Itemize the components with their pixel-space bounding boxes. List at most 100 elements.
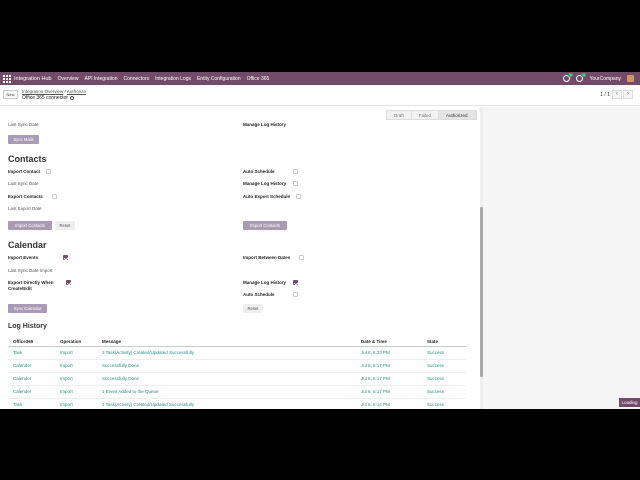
last-export-date-label: Last Export Date xyxy=(8,206,42,211)
status-failed[interactable]: Failed xyxy=(411,111,440,119)
col-office365[interactable]: Office365 xyxy=(13,339,33,344)
calendar-manage-log-history-label: Manage Log History xyxy=(243,280,287,285)
contacts-last-sync-date-label: Last Sync Date xyxy=(8,181,39,186)
menu-api-integration[interactable]: API Integration xyxy=(84,76,117,82)
company-switcher[interactable]: YourCompany xyxy=(589,76,621,82)
export-contacts-checkbox[interactable] xyxy=(52,194,57,199)
contacts-manage-log-history-label: Manage Log History xyxy=(243,181,287,186)
table-row[interactable]: Task Import 2 Task(Activity) Created/Upd… xyxy=(8,399,466,409)
calendar-heading: Calendar xyxy=(8,240,47,250)
menu-entity-configuration[interactable]: Entity Configuration xyxy=(197,76,241,82)
import-between-dates-label: Import Between Dates xyxy=(243,255,291,260)
activity-clock-icon[interactable]: 1 xyxy=(576,73,587,82)
page-title: Office 365 connector xyxy=(22,95,75,101)
auto-export-schedule-label: Auto Export Schedule xyxy=(243,194,291,199)
cell-operation: Import xyxy=(60,389,73,394)
col-message[interactable]: Message xyxy=(102,339,121,344)
cell-office365: Calender xyxy=(13,376,32,381)
contacts-manage-log-history-checkbox[interactable] xyxy=(293,181,298,186)
top-manage-log-history-label: Manage Log History xyxy=(243,122,287,127)
cell-state: Success xyxy=(427,402,445,407)
import-contact-label: Import Contact xyxy=(8,169,40,174)
cell-office365: Calender xyxy=(13,389,32,394)
contacts-reset-button[interactable]: Reset xyxy=(55,221,75,230)
new-button[interactable]: New xyxy=(3,90,18,99)
status-draft[interactable]: Draft xyxy=(387,111,412,119)
cell-operation: Import xyxy=(60,376,73,381)
cell-message: Successfully Done xyxy=(102,376,140,381)
col-date-time[interactable]: Date & Time xyxy=(361,339,387,344)
breadcrumb: Integration Overview / Authorize xyxy=(22,89,86,94)
apps-menu-icon[interactable] xyxy=(2,74,11,83)
menu-integration-logs[interactable]: Integration Logs xyxy=(155,76,191,82)
import-between-dates-checkbox[interactable] xyxy=(299,255,304,260)
chat-icon[interactable]: 1 xyxy=(563,73,574,82)
log-history-table: Office365 Operation Message Date & Time … xyxy=(8,336,466,409)
pager-value[interactable]: 1 / 1 xyxy=(600,92,610,98)
auto-export-schedule-checkbox[interactable] xyxy=(296,194,301,199)
cell-date-time: Jul 6, 6:33 PM xyxy=(361,350,390,355)
last-sync-date-import-label: Last Sync Date Import xyxy=(8,268,53,273)
loading-indicator: Loading xyxy=(619,398,640,407)
control-panel: New Integration Overview / Authorize Off… xyxy=(0,85,640,106)
cell-message: 2 Task(Activity) Created/Updated Success… xyxy=(102,350,194,355)
export-directly-label-line2: Create/Edit xyxy=(8,286,32,291)
menu-overview[interactable]: Overview xyxy=(58,76,79,82)
calendar-reset-button[interactable]: Reset xyxy=(243,304,263,313)
status-bar: Draft Failed Authorized xyxy=(386,110,477,120)
calendar-auto-schedule-checkbox[interactable] xyxy=(293,292,298,297)
prev-record-button[interactable]: ‹ xyxy=(612,90,622,99)
col-state[interactable]: State xyxy=(427,339,438,344)
table-row[interactable]: Calender Import 1 Event Added to the Que… xyxy=(8,386,466,399)
export-contacts-button[interactable]: Export Contacts xyxy=(243,221,287,230)
import-contacts-button[interactable]: Import Contacts xyxy=(8,221,52,230)
import-events-label: Import Events xyxy=(8,255,39,260)
cell-state: Success xyxy=(427,376,445,381)
contacts-auto-schedule-checkbox[interactable] xyxy=(293,169,298,174)
app-window: Integration Hub Overview API Integration… xyxy=(0,72,640,409)
table-header: Office365 Operation Message Date & Time … xyxy=(8,336,466,347)
col-operation[interactable]: Operation xyxy=(60,339,81,344)
cell-state: Success xyxy=(427,363,445,368)
app-brand[interactable]: Integration Hub xyxy=(14,76,52,82)
cell-date-time: Jul 6, 6:17 PM xyxy=(361,376,390,381)
table-row[interactable]: Calender Import Successfully Done Jul 6,… xyxy=(8,373,466,386)
import-events-checkbox[interactable] xyxy=(63,255,68,260)
avatar[interactable] xyxy=(627,75,634,82)
import-contact-checkbox[interactable] xyxy=(46,169,51,174)
status-authorized[interactable]: Authorized xyxy=(439,111,476,119)
menu-office-365[interactable]: Office 365 xyxy=(247,76,270,82)
breadcrumb-integration-overview[interactable]: Integration Overview xyxy=(22,89,63,94)
cell-date-time: Jul 6, 6:17 PM xyxy=(361,363,390,368)
table-row[interactable]: Task Import 2 Task(Activity) Created/Upd… xyxy=(8,347,466,360)
breadcrumb-separator: / xyxy=(64,89,66,94)
export-contacts-label: Export Contacts xyxy=(8,194,43,199)
cell-date-time: Jul 6, 6:14 PM xyxy=(361,402,390,407)
log-history-heading: Log History xyxy=(8,323,47,330)
table-row[interactable]: Calender Import Successfully Done Jul 6,… xyxy=(8,360,466,373)
chatter-panel xyxy=(483,107,640,409)
top-last-sync-date-label: Last Sync Date xyxy=(8,122,39,127)
cell-state: Success xyxy=(427,350,445,355)
activity-badge: 1 xyxy=(581,73,587,77)
top-navbar: Integration Hub Overview API Integration… xyxy=(0,72,640,85)
cell-operation: Import xyxy=(60,402,73,407)
export-directly-checkbox[interactable] xyxy=(66,280,71,285)
record-title: Office 365 connector xyxy=(22,95,69,101)
sync-mails-button[interactable]: Sync Mails xyxy=(8,135,39,144)
menu-connectors[interactable]: Connectors xyxy=(124,76,150,82)
chat-badge: 1 xyxy=(568,73,574,77)
gear-icon[interactable] xyxy=(70,95,75,100)
cell-operation: Import xyxy=(60,363,73,368)
next-record-button[interactable]: › xyxy=(623,90,633,99)
cell-office365: Task xyxy=(13,350,23,355)
contacts-auto-schedule-label: Auto Schedule xyxy=(243,169,275,174)
contacts-heading: Contacts xyxy=(8,154,47,164)
cell-operation: Import xyxy=(60,350,73,355)
breadcrumb-authorize[interactable]: Authorize xyxy=(67,89,86,94)
cell-message: 2 Task(Activity) Created/Updated Success… xyxy=(102,402,194,407)
cell-state: Success xyxy=(427,389,445,394)
cell-date-time: Jul 6, 6:17 PM xyxy=(361,389,390,394)
sync-calendar-button[interactable]: Sync Calendar xyxy=(8,304,47,313)
calendar-manage-log-history-checkbox[interactable] xyxy=(293,280,298,285)
